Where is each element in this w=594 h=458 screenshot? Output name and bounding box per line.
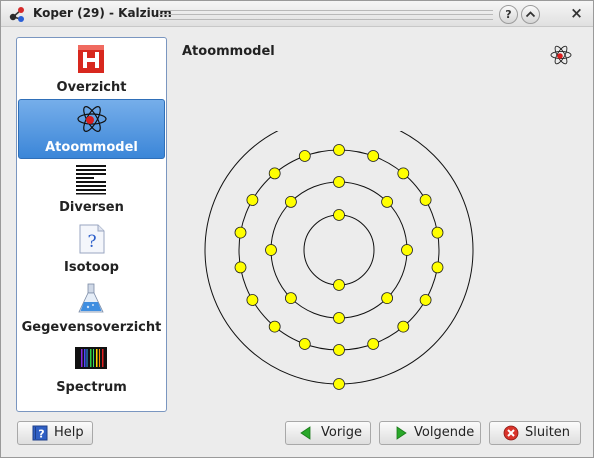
electron-shell-2-electron bbox=[381, 196, 394, 208]
flask-icon bbox=[78, 283, 104, 313]
electron-shell-3-electron bbox=[367, 338, 380, 350]
sidebar-item-gegevensoverzicht[interactable]: Gegevensoverzicht bbox=[18, 280, 165, 338]
question-document-icon: ? bbox=[79, 224, 105, 254]
previous-button[interactable]: Vorige bbox=[285, 421, 371, 445]
titlebar[interactable]: Koper (29) - Kalzium ? × bbox=[1, 1, 593, 27]
electron-shell-3-electron bbox=[234, 226, 247, 239]
spectrum-icon bbox=[75, 347, 107, 369]
sidebar-item-label: Diversen bbox=[59, 200, 124, 215]
electron-shell-2-electron bbox=[265, 244, 277, 256]
arrow-left-icon bbox=[300, 426, 311, 440]
sidebar-item-isotoop[interactable]: ? Isotoop bbox=[18, 220, 165, 278]
electron-shell-3-electron bbox=[234, 261, 247, 274]
electron-shell-2-electron bbox=[333, 176, 345, 188]
svg-text:?: ? bbox=[87, 232, 96, 252]
sidebar-item-spectrum[interactable]: Spectrum bbox=[18, 340, 165, 398]
electron-shell-2-electron bbox=[285, 292, 297, 305]
atom-model-diagram bbox=[204, 131, 474, 390]
close-window-button[interactable]: × bbox=[568, 5, 585, 22]
sidebar-item-label: Gegevensoverzicht bbox=[21, 320, 162, 335]
kalzium-dialog-window: Koper (29) - Kalzium ? × Overzicht Atoom… bbox=[0, 0, 594, 458]
element-h-icon bbox=[78, 45, 104, 73]
sidebar-item-label: Spectrum bbox=[56, 380, 127, 395]
help-titlebar-button[interactable]: ? bbox=[499, 5, 518, 24]
sidebar-item-label: Overzicht bbox=[56, 80, 127, 95]
atom-icon bbox=[77, 106, 107, 132]
titlebar-decoration bbox=[159, 10, 493, 20]
help-book-icon: ? bbox=[32, 425, 48, 441]
electron-shell-3-electron bbox=[431, 261, 444, 274]
sidebar-item-diversen[interactable]: Diversen bbox=[18, 160, 165, 218]
next-button-label: Volgende bbox=[414, 425, 475, 440]
sidebar-item-label: Atoommodel bbox=[45, 140, 138, 155]
electron-shell-2-electron bbox=[381, 292, 394, 305]
electron-shell-2-electron bbox=[285, 196, 297, 208]
electron-shell-1 bbox=[303, 214, 375, 286]
electron-shell-4-electron bbox=[333, 378, 345, 390]
window-title: Koper (29) - Kalzium bbox=[33, 6, 172, 20]
electron-shell-3-electron bbox=[298, 150, 311, 162]
electron-shell-3-electron bbox=[333, 344, 345, 356]
electron-shell-3-electron bbox=[419, 294, 432, 306]
electron-shell-2-electron bbox=[401, 244, 413, 256]
electron-shell-3-electron bbox=[246, 294, 259, 306]
help-button[interactable]: ? Help bbox=[17, 421, 93, 445]
electron-shell-3-electron bbox=[397, 167, 410, 180]
electron-shell-3-electron bbox=[333, 144, 345, 156]
electron-shell-3-electron bbox=[431, 226, 444, 239]
sidebar-item-overzicht[interactable]: Overzicht bbox=[18, 40, 165, 98]
electron-shell-3-electron bbox=[298, 338, 311, 350]
electron-shell-3-electron bbox=[268, 167, 281, 180]
svg-text:?: ? bbox=[38, 428, 44, 441]
electron-shell-3-electron bbox=[397, 320, 410, 333]
sidebar-item-label: Isotoop bbox=[64, 260, 119, 275]
arrow-right-icon bbox=[396, 426, 407, 440]
lines-icon bbox=[76, 165, 106, 195]
electron-shell-1-electron bbox=[333, 279, 345, 291]
previous-button-label: Vorige bbox=[321, 425, 363, 440]
electron-shell-2-electron bbox=[333, 312, 345, 324]
atom-icon bbox=[550, 45, 572, 65]
electron-shell-3-electron bbox=[268, 320, 281, 333]
kalzium-app-icon bbox=[9, 7, 24, 22]
electron-shell-3-electron bbox=[246, 194, 259, 206]
electron-shell-3-electron bbox=[419, 194, 432, 206]
close-button[interactable]: Sluiten bbox=[489, 421, 581, 445]
chevron-up-icon bbox=[525, 11, 536, 18]
sidebar-item-atoommodel[interactable]: Atoommodel bbox=[18, 99, 165, 159]
next-button[interactable]: Volgende bbox=[379, 421, 481, 445]
page-title: Atoommodel bbox=[182, 44, 275, 59]
electron-shell-1-electron bbox=[333, 209, 345, 221]
minimize-button[interactable] bbox=[521, 5, 540, 24]
page-sidebar: Overzicht Atoommodel Diversen ? Isotoop … bbox=[16, 37, 167, 412]
electron-shell-3-electron bbox=[367, 150, 380, 162]
help-button-label: Help bbox=[54, 425, 84, 440]
close-button-label: Sluiten bbox=[525, 425, 571, 440]
close-icon bbox=[503, 425, 519, 441]
